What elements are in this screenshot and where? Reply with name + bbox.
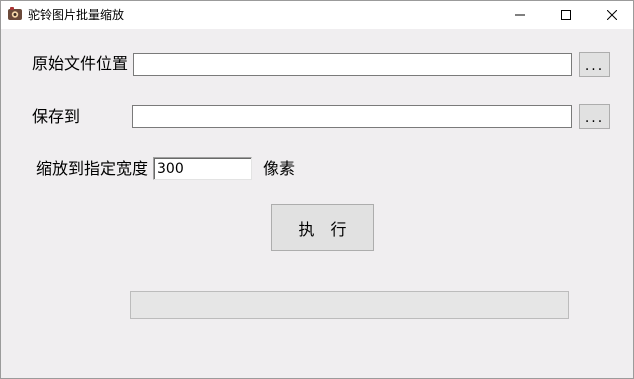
title-bar[interactable]: 驼铃图片批量缩放: [1, 1, 633, 29]
save-path-input[interactable]: [133, 106, 571, 127]
browse-source-button[interactable]: ...: [579, 52, 610, 77]
pixel-unit-label: 像素: [263, 159, 296, 178]
close-button[interactable]: [589, 1, 634, 29]
source-path-field[interactable]: [133, 53, 572, 76]
save-path-field[interactable]: [132, 105, 572, 128]
minimize-button[interactable]: [497, 1, 543, 29]
target-width-label: 缩放到指定宽度: [36, 159, 149, 178]
source-path-input[interactable]: [134, 54, 571, 75]
close-icon: [606, 6, 618, 24]
maximize-icon: [561, 6, 571, 24]
minimize-icon: [515, 6, 525, 24]
app-window: 驼铃图片批量缩放 原始文件位置 ... 保存到 ... 缩放到指定宽度 像素: [0, 0, 634, 379]
save-path-label: 保存到: [32, 107, 81, 126]
execute-button[interactable]: 执行: [271, 204, 374, 251]
browse-save-button[interactable]: ...: [579, 104, 610, 129]
app-icon: [7, 6, 23, 22]
target-width-field[interactable]: [153, 157, 252, 180]
progress-bar: [130, 291, 569, 319]
target-width-input[interactable]: [154, 158, 251, 179]
window-title: 驼铃图片批量缩放: [28, 8, 125, 22]
maximize-button[interactable]: [543, 1, 589, 29]
source-path-label: 原始文件位置: [32, 54, 129, 73]
